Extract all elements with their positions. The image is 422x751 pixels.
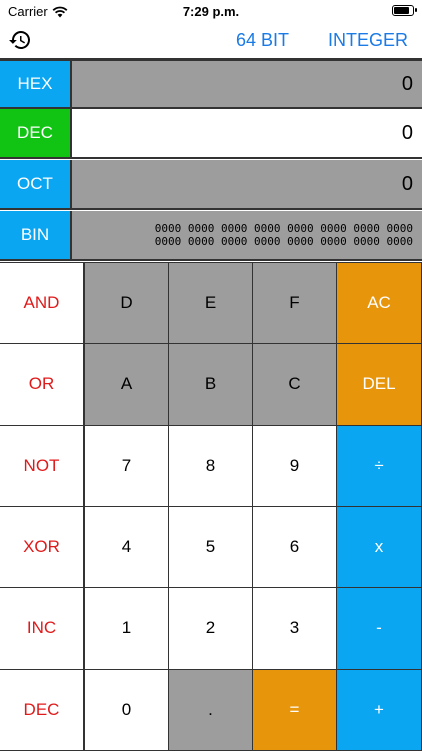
- bin-line-2: 0000 0000 0000 0000 0000 0000 0000 0000: [154, 235, 413, 248]
- and-key[interactable]: AND: [0, 263, 85, 345]
- not-key[interactable]: NOT: [0, 425, 85, 507]
- number-display: HEX 0 DEC 0 OCT 0 BIN 0000 0000 0000 000…: [0, 58, 422, 262]
- or-key[interactable]: OR: [0, 344, 85, 426]
- hex-button[interactable]: HEX: [0, 61, 72, 107]
- bin-button[interactable]: BIN: [0, 211, 72, 259]
- battery-fill: [394, 7, 409, 14]
- key-e[interactable]: E: [169, 263, 253, 345]
- add-key[interactable]: +: [337, 669, 422, 751]
- mode-button[interactable]: INTEGER: [328, 30, 408, 51]
- bit-width-button[interactable]: 64 BIT: [236, 30, 289, 51]
- inc-key[interactable]: INC: [0, 588, 85, 670]
- keypad: AND D E F AC OR A B C DEL NOT 7 8 9 ÷ XO…: [0, 262, 422, 751]
- dec-row: DEC 0: [0, 109, 422, 159]
- clear-all-key[interactable]: AC: [337, 263, 422, 345]
- key-c[interactable]: C: [253, 344, 337, 426]
- dec-decrement-key[interactable]: DEC: [0, 669, 85, 751]
- key-b[interactable]: B: [169, 344, 253, 426]
- oct-row: OCT 0: [0, 160, 422, 210]
- key-a[interactable]: A: [85, 344, 169, 426]
- status-bar: Carrier 7:29 p.m.: [0, 0, 422, 22]
- dec-value: 0: [72, 109, 422, 157]
- bin-value: 0000 0000 0000 0000 0000 0000 0000 0000 …: [72, 211, 422, 259]
- key-7[interactable]: 7: [85, 425, 169, 507]
- key-d[interactable]: D: [85, 263, 169, 345]
- bin-line-1: 0000 0000 0000 0000 0000 0000 0000 0000: [154, 222, 413, 235]
- key-8[interactable]: 8: [169, 425, 253, 507]
- key-4[interactable]: 4: [85, 506, 169, 589]
- divide-key[interactable]: ÷: [337, 425, 422, 507]
- key-0[interactable]: 0: [85, 669, 169, 751]
- key-3[interactable]: 3: [253, 588, 337, 670]
- clock: 7:29 p.m.: [182, 4, 240, 19]
- hex-value: 0: [72, 61, 422, 107]
- key-6[interactable]: 6: [253, 506, 337, 589]
- key-9[interactable]: 9: [253, 425, 337, 507]
- history-icon[interactable]: [8, 28, 32, 52]
- hex-row: HEX 0: [0, 59, 422, 109]
- toolbar: 64 BIT INTEGER: [0, 22, 422, 58]
- oct-button[interactable]: OCT: [0, 160, 72, 208]
- battery-icon: [392, 5, 417, 16]
- decimal-point-key[interactable]: .: [169, 669, 253, 751]
- multiply-key[interactable]: x: [337, 506, 422, 589]
- subtract-key[interactable]: -: [337, 588, 422, 670]
- key-f[interactable]: F: [253, 263, 337, 345]
- key-2[interactable]: 2: [169, 588, 253, 670]
- key-1[interactable]: 1: [85, 588, 169, 670]
- key-5[interactable]: 5: [169, 506, 253, 589]
- bin-row: BIN 0000 0000 0000 0000 0000 0000 0000 0…: [0, 211, 422, 261]
- equals-key[interactable]: =: [253, 669, 337, 751]
- delete-key[interactable]: DEL: [337, 344, 422, 426]
- xor-key[interactable]: XOR: [0, 506, 85, 589]
- oct-value: 0: [72, 160, 422, 208]
- dec-button[interactable]: DEC: [0, 109, 72, 157]
